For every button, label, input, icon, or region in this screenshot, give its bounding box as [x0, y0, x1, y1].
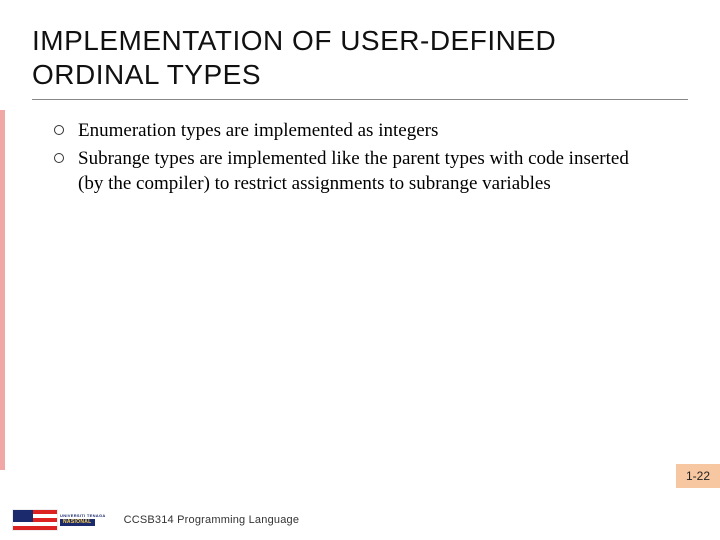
footer: UNIVERSITI TENAGA NASIONAL CCSB314 Progr…	[0, 500, 720, 540]
institution-logo: UNIVERSITI TENAGA NASIONAL	[12, 509, 106, 531]
logo-text: UNIVERSITI TENAGA NASIONAL	[60, 514, 106, 526]
title-block: IMPLEMENTATION OF USER-DEFINED ORDINAL T…	[32, 24, 688, 100]
footer-course-text: CCSB314 Programming Language	[124, 514, 300, 526]
logo-flag-icon	[12, 509, 58, 531]
bullet-text: Enumeration types are implemented as int…	[78, 118, 438, 144]
list-item: Subrange types are implemented like the …	[54, 146, 688, 197]
list-item: Enumeration types are implemented as int…	[54, 118, 688, 144]
page-number-badge: 1-22	[676, 464, 720, 488]
logo-line-2: NASIONAL	[60, 519, 95, 526]
left-accent-bar	[0, 110, 5, 470]
bullet-list: Enumeration types are implemented as int…	[54, 118, 688, 197]
slide: IMPLEMENTATION OF USER-DEFINED ORDINAL T…	[0, 0, 720, 540]
bullet-icon	[54, 153, 64, 163]
bullet-icon	[54, 125, 64, 135]
logo-line-1: UNIVERSITI TENAGA	[60, 514, 106, 518]
slide-title: IMPLEMENTATION OF USER-DEFINED ORDINAL T…	[32, 24, 688, 91]
bullet-text: Subrange types are implemented like the …	[78, 146, 638, 197]
